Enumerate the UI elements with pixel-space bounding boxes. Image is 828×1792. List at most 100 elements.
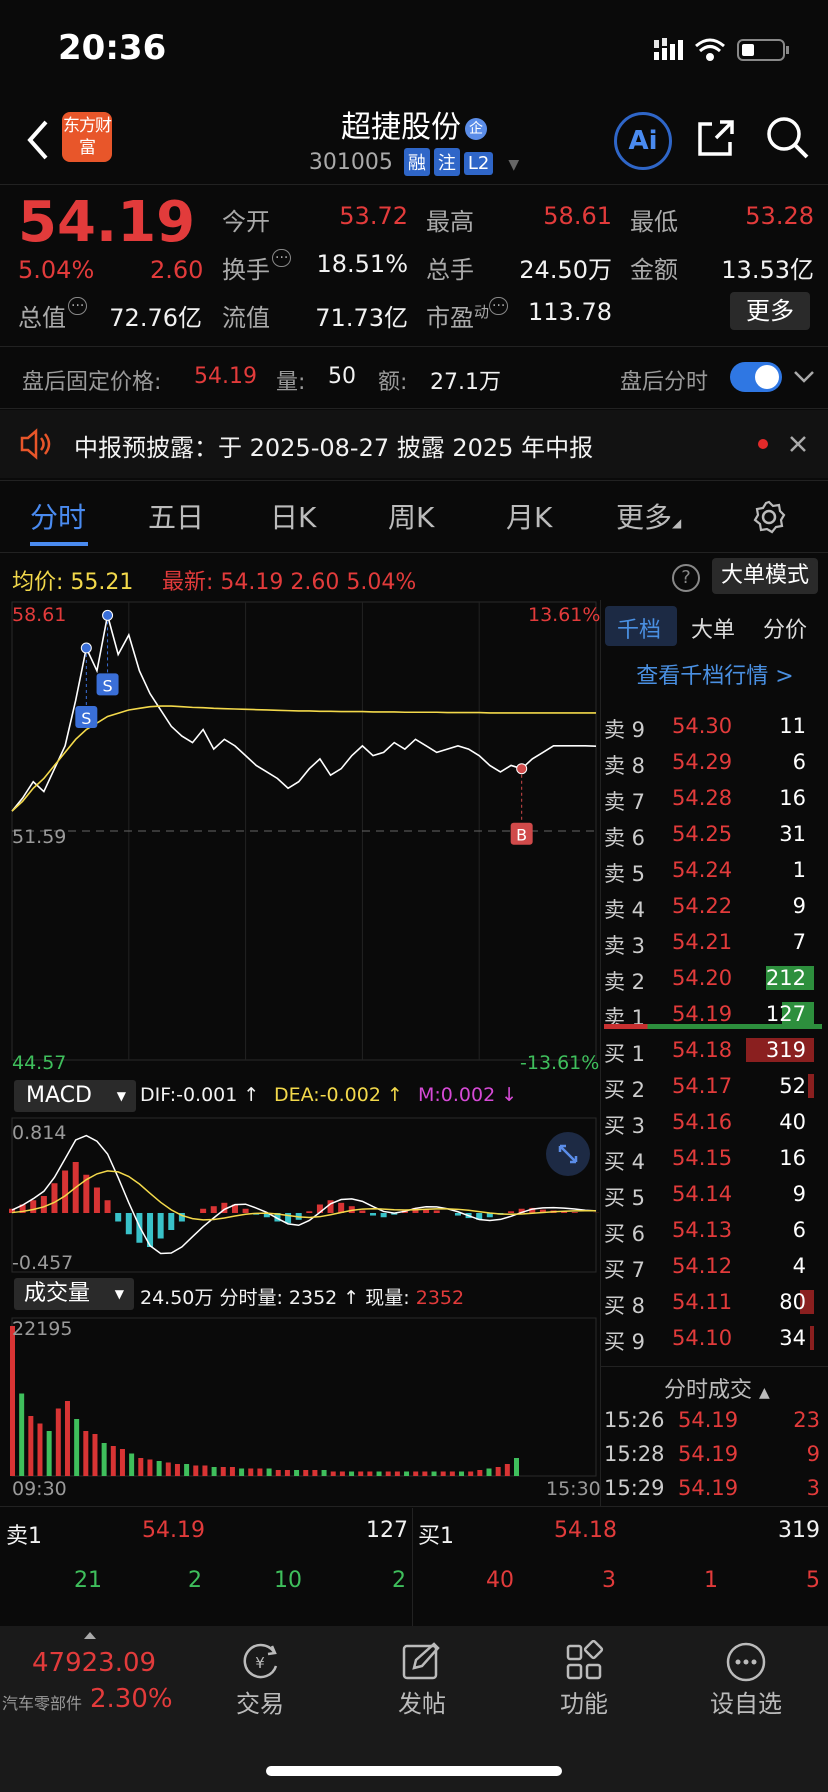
ob-sell-row[interactable]: 卖 9 54.30 11 <box>600 708 828 744</box>
afterhours-amt-label: 额: <box>378 370 408 395</box>
nav-post[interactable]: 发帖 <box>362 1640 482 1719</box>
chevron-down-icon[interactable] <box>792 368 816 386</box>
macd-bar <box>454 1213 461 1216</box>
tab-intraday[interactable]: 分时 <box>30 496 86 536</box>
ob-buy-vol: 52 <box>779 1074 806 1098</box>
macd-m-value: 0.002 ↓ <box>440 1084 518 1106</box>
macd-bar <box>168 1213 175 1230</box>
mcap-value: 72.76亿 <box>109 304 202 332</box>
tab-more-label: 更多 <box>616 501 673 534</box>
close-icon[interactable] <box>788 434 808 454</box>
tab-more[interactable]: 更多◢ <box>616 496 681 536</box>
share-icon[interactable] <box>694 116 738 160</box>
nav-watchlist[interactable]: 设自选 <box>686 1640 806 1719</box>
volume-bar <box>294 1470 300 1476</box>
ai-button[interactable]: Ai <box>614 112 672 170</box>
volume-info: 24.50万 分时量: 2352 ↑ 现量: 2352 <box>140 1283 464 1310</box>
info-dots-icon[interactable]: ··· <box>272 249 292 267</box>
ob-buy-row[interactable]: 买 2 54.17 52 <box>600 1068 828 1104</box>
more-button[interactable]: 更多 <box>730 292 810 330</box>
triangle-icon: ◢ <box>672 516 682 530</box>
ob-tab-price[interactable]: 分价 <box>763 612 807 644</box>
ob-view-thousand-link[interactable]: 查看千档行情 > <box>601 658 828 690</box>
ob-tab-big[interactable]: 大单 <box>691 612 735 644</box>
ob-buy-price: 54.10 <box>672 1326 733 1350</box>
ob-sell-row[interactable]: 卖 3 54.21 7 <box>600 924 828 960</box>
macd-selector[interactable]: MACD ▼ <box>14 1080 136 1112</box>
volume-bar <box>83 1431 89 1476</box>
tab-month-k[interactable]: 月K <box>506 496 552 536</box>
tab-day-k[interactable]: 日K <box>270 496 316 536</box>
speaker-icon <box>20 428 51 460</box>
tab-week-k[interactable]: 周K <box>388 496 434 536</box>
macd-bottom-label: -0.457 <box>12 1252 74 1274</box>
status-time: 20:36 <box>58 28 167 68</box>
ob-sell-row[interactable]: 卖 2 54.20 212 <box>600 960 828 996</box>
macd-label: MACD <box>26 1083 92 1108</box>
nav-post-label: 发帖 <box>398 1690 446 1718</box>
bottom-quote: 卖1 54.19 127 买1 54.18 319 21 2 10 2 40 3… <box>0 1508 828 1628</box>
macd-bar <box>242 1208 249 1213</box>
ob-buy-vol: 9 <box>792 1182 806 1206</box>
ob-buy-row[interactable]: 买 7 54.12 4 <box>600 1248 828 1284</box>
x-start-label: 09:30 <box>12 1478 67 1500</box>
ob-buy-price: 54.16 <box>672 1110 733 1134</box>
pe-value: 113.78 <box>528 298 612 326</box>
afterhours-qty: 50 <box>328 364 356 389</box>
volume-bar <box>449 1471 455 1476</box>
macd-bar <box>93 1187 100 1213</box>
search-icon[interactable] <box>764 114 812 162</box>
ob-sell-row[interactable]: 卖 4 54.22 9 <box>600 888 828 924</box>
nav-trade[interactable]: ¥ 交易 <box>200 1640 320 1719</box>
macd-dea: DEA:-0.002 ↑ <box>274 1084 403 1106</box>
macd-bar <box>210 1206 217 1213</box>
nav-function[interactable]: 功能 <box>524 1640 644 1719</box>
ob-sell-row[interactable]: 卖 8 54.29 6 <box>600 744 828 780</box>
ob-buy-row[interactable]: 买 5 54.14 9 <box>600 1176 828 1212</box>
ob-buy-row[interactable]: 买 3 54.16 40 <box>600 1104 828 1140</box>
ob-sell-price: 54.24 <box>672 858 733 882</box>
ob-sell-row[interactable]: 卖 7 54.28 16 <box>600 780 828 816</box>
pe-sup: 动 <box>474 303 490 321</box>
notice-bar[interactable]: 中报预披露：于 2025-08-27 披露 2025 年中报 <box>0 410 828 478</box>
macd-bar <box>433 1210 440 1213</box>
volume-label-text: 成交量 <box>24 1281 91 1306</box>
big-order-mode-button[interactable]: 大单模式 <box>712 558 818 594</box>
ob-tab-thousand[interactable]: 千档 <box>617 612 661 644</box>
tag-l2: L2 <box>463 152 494 175</box>
help-icon[interactable]: ? <box>672 564 700 592</box>
volume-label: 总手 <box>426 256 474 284</box>
afterhours-toggle[interactable] <box>730 362 782 392</box>
stock-title: 超捷股份 <box>341 110 461 145</box>
trade-price: 54.19 <box>678 1476 739 1500</box>
trade-price: 54.19 <box>678 1408 739 1432</box>
info-dots-icon[interactable]: ··· <box>68 297 88 315</box>
gear-icon[interactable] <box>752 500 786 534</box>
tab-five-day[interactable]: 五日 <box>148 496 204 536</box>
ob-buy-price: 54.12 <box>672 1254 733 1278</box>
trades-title[interactable]: 分时成交 ▲ <box>664 1372 770 1404</box>
mcap-label-text: 总值 <box>18 304 66 332</box>
expand-chart-button[interactable] <box>546 1132 590 1176</box>
ob-buy-label: 买 7 <box>604 1258 646 1282</box>
macd-bar <box>115 1213 122 1222</box>
volume-bar <box>349 1471 355 1476</box>
ob-vol-bar <box>808 1074 814 1098</box>
volume-bar <box>266 1468 272 1476</box>
volume-selector[interactable]: 成交量 ▼ <box>14 1278 134 1310</box>
ob-buy-row[interactable]: 买 6 54.13 6 <box>600 1212 828 1248</box>
bq-sell-price: 54.19 <box>142 1518 205 1543</box>
latest-pct: 5.04% <box>346 570 417 595</box>
bq-buy-price: 54.18 <box>554 1518 617 1543</box>
ob-buy-row[interactable]: 买 8 54.11 80 <box>600 1284 828 1320</box>
nav-watchlist-label: 设自选 <box>710 1690 782 1718</box>
ob-sell-row[interactable]: 卖 6 54.25 31 <box>600 816 828 852</box>
ob-buy-row[interactable]: 买 9 54.10 34 <box>600 1320 828 1356</box>
ob-buy-row[interactable]: 买 1 54.18 319 <box>600 1032 828 1068</box>
ob-buy-row[interactable]: 买 4 54.15 16 <box>600 1140 828 1176</box>
index-value[interactable]: 47923.09 <box>32 1648 156 1678</box>
signal-icon <box>654 38 683 60</box>
intraday-chart[interactable]: SS B <box>0 600 600 1500</box>
ob-sell-price: 54.25 <box>672 822 733 846</box>
ob-sell-row[interactable]: 卖 5 54.24 1 <box>600 852 828 888</box>
